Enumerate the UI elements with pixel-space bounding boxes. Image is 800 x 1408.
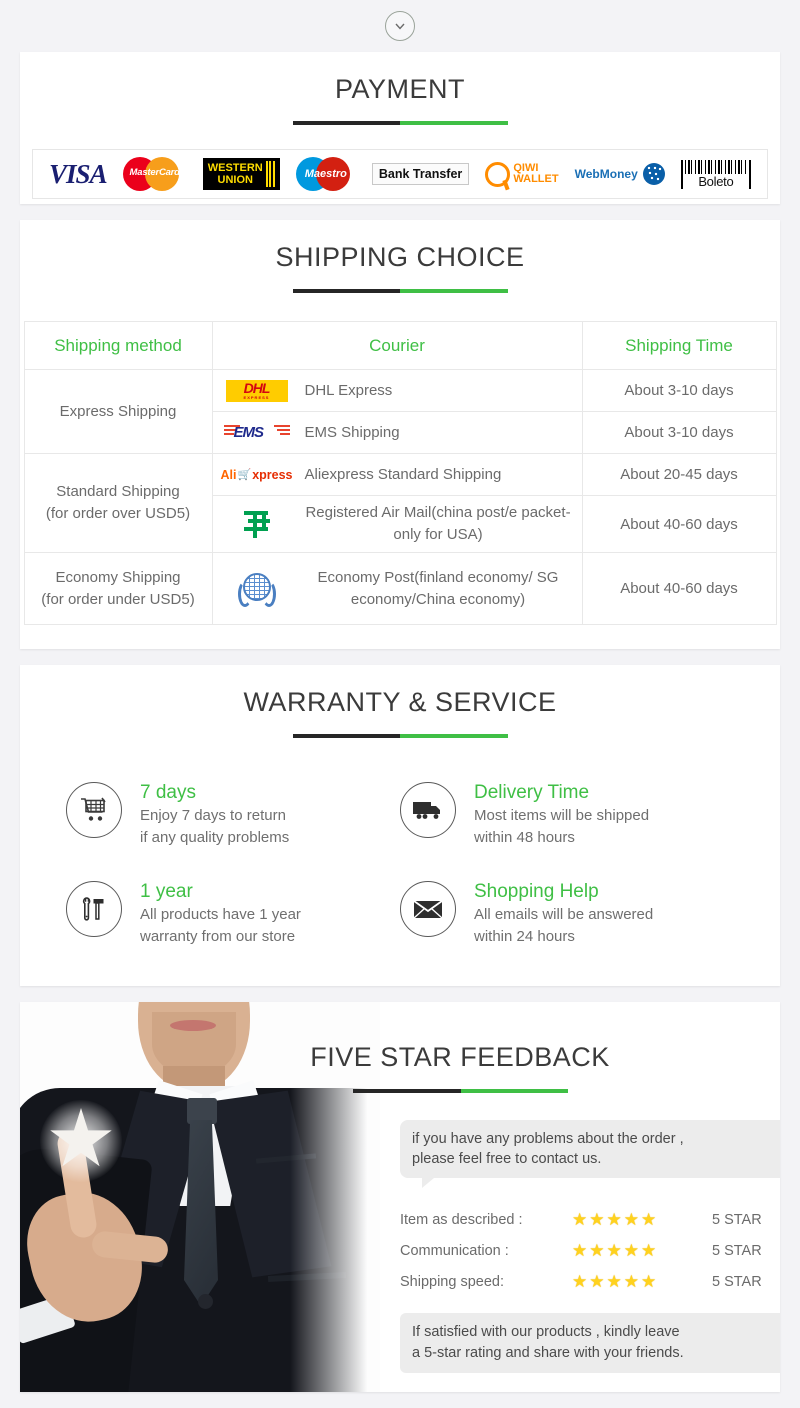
cell-courier: Ali 🛒 xpress Aliexpress Standard Shipping (211, 453, 583, 496)
payment-logo-visa: VISA (49, 158, 108, 189)
feedback-title-rule (353, 1089, 568, 1093)
bubble-line1: if you have any problems about the order… (412, 1131, 684, 1147)
un-logo (219, 569, 295, 609)
glowing-star-icon (40, 1100, 122, 1182)
warranty-item-line2: warranty from our store (140, 928, 296, 945)
ratings-list: Item as described : ★ ★ ★ ★ ★ 5 STAR Communi… (400, 1204, 780, 1297)
rating-value: 5 STAR (712, 1273, 762, 1290)
cell-shipping-method: Express Shipping (23, 369, 213, 454)
warranty-title-rule (292, 734, 508, 738)
dhl-logo: DHL EXPRESS (219, 379, 295, 402)
tools-icon (66, 881, 122, 937)
rating-stars: ★ ★ ★ ★ ★ (572, 1272, 657, 1291)
chevron-down-icon[interactable] (385, 11, 415, 41)
cell-shipping-time: About 20-45 days (581, 453, 777, 496)
rating-row-shipping-speed: Shipping speed: ★ ★ ★ ★ ★ 5 STAR (400, 1266, 780, 1297)
payment-logo-boleto: Boleto (680, 159, 751, 189)
column-header-shipping-time: Shipping Time (581, 321, 777, 370)
warranty-item-1-year: 1 year All products have 1 year warranty… (66, 879, 400, 948)
payment-logo-mastercard: MasterCard (122, 157, 187, 191)
webmoney-globe-icon (642, 163, 665, 185)
cell-shipping-time: About 3-10 days (581, 369, 777, 412)
envelope-icon (400, 881, 456, 937)
cell-shipping-method: Economy Shipping (for order under USD5) (23, 552, 213, 625)
table-header-row: Shipping method Courier Shipping Time (23, 321, 777, 370)
rating-value: 5 STAR (712, 1211, 762, 1228)
payment-logo-webmoney: WebMoney (575, 163, 665, 185)
feedback-section: FIVE STAR FEEDBACK if you have any probl… (20, 1002, 780, 1392)
payment-title: PAYMENT (334, 74, 465, 104)
scroll-down-bar (0, 0, 800, 52)
warranty-item-head: 7 days (140, 782, 196, 803)
rating-label: Item as described : (400, 1211, 523, 1228)
barcode-icon (684, 159, 747, 174)
rating-row-communication: Communication : ★ ★ ★ ★ ★ 5 STAR (400, 1235, 780, 1266)
shipping-table: Shipping method Courier Shipping Time Ex… (23, 321, 777, 625)
shipping-title: SHIPPING CHOICE (275, 242, 525, 272)
payment-logo-qiwi-wallet: QIWI WALLET (485, 161, 559, 187)
shopping-cart-icon (66, 782, 122, 838)
feedback-title: FIVE STAR FEEDBACK (310, 1042, 610, 1072)
warranty-title: WARRANTY & SERVICE (243, 687, 557, 717)
column-header-courier: Courier (211, 321, 583, 370)
column-header-shipping-method: Shipping method (23, 321, 213, 370)
warranty-item-shopping-help: Shopping Help All emails will be answere… (400, 879, 734, 948)
rating-label: Communication : (400, 1242, 509, 1259)
payment-logo-bank-transfer: Bank Transfer (371, 163, 470, 185)
cell-shipping-time: About 40-60 days (581, 495, 777, 553)
feedback-footer-bubble: If satisfied with our products , kindly … (400, 1313, 780, 1373)
footer-line1: If satisfied with our products , kindly … (412, 1324, 680, 1340)
cell-courier: EMS EMS Shipping (211, 411, 583, 454)
rating-value: 5 STAR (712, 1242, 762, 1259)
warranty-item-delivery-time: Delivery Time Most items will be shipped… (400, 780, 734, 849)
truck-icon (400, 782, 456, 838)
warranty-item-head: Delivery Time (474, 782, 590, 803)
warranty-items-grid: 7 days Enjoy 7 days to return if any qua… (66, 780, 734, 948)
warranty-item-line2: if any quality problems (140, 829, 290, 846)
payment-logo-western-union: WESTERN UNION (202, 158, 280, 190)
warranty-item-line2: within 24 hours (474, 928, 575, 945)
warranty-item-line1: Enjoy 7 days to return (140, 807, 286, 824)
warranty-item-line2: within 48 hours (474, 829, 575, 846)
payment-logo-maestro: Maestro (295, 157, 356, 191)
warranty-section: WARRANTY & SERVICE 7 days Enjoy 7 days t… (20, 665, 780, 986)
cell-courier: Registered Air Mail(china post/e packet-… (211, 495, 583, 553)
cell-shipping-time: About 3-10 days (581, 411, 777, 454)
china-post-logo (219, 507, 295, 541)
rating-stars: ★ ★ ★ ★ ★ (572, 1210, 657, 1229)
table-row: Economy Shipping (for order under USD5) … (23, 552, 777, 625)
rating-row-item-as-described: Item as described : ★ ★ ★ ★ ★ 5 STAR (400, 1204, 780, 1235)
shipping-title-rule (292, 289, 508, 293)
warranty-item-7-days: 7 days Enjoy 7 days to return if any qua… (66, 780, 400, 849)
warranty-item-line1: Most items will be shipped (474, 807, 650, 824)
ems-logo: EMS (219, 421, 295, 445)
footer-line2: a 5-star rating and share with your frie… (412, 1345, 684, 1361)
table-row: Express Shipping DHL EXPRESS DHL Express … (23, 369, 777, 454)
warranty-item-line1: All emails will be answered (474, 906, 654, 923)
payment-section: PAYMENT VISA MasterCard WESTERN UNION Ma… (20, 52, 780, 204)
warranty-item-line1: All products have 1 year (140, 906, 301, 923)
cell-courier: DHL EXPRESS DHL Express (211, 369, 583, 412)
rating-stars: ★ ★ ★ ★ ★ (572, 1241, 657, 1260)
rating-label: Shipping speed: (400, 1273, 504, 1290)
cell-shipping-method: Standard Shipping (for order over USD5) (23, 453, 213, 553)
bubble-line2: please feel free to contact us. (412, 1151, 602, 1167)
warranty-item-head: 1 year (140, 881, 193, 902)
cell-courier: Economy Post(finland economy/ SG economy… (211, 552, 583, 625)
table-row: Standard Shipping (for order over USD5) … (23, 453, 777, 553)
aliexpress-logo: Ali 🛒 xpress (220, 467, 293, 482)
shipping-section: SHIPPING CHOICE Shipping method Courier … (20, 220, 780, 649)
warranty-item-head: Shopping Help (474, 881, 599, 902)
feedback-contact-bubble: if you have any problems about the order… (400, 1120, 780, 1188)
payment-title-rule (292, 121, 508, 125)
product-detail-page: PAYMENT VISA MasterCard WESTERN UNION Ma… (0, 0, 800, 1392)
payment-methods-strip: VISA MasterCard WESTERN UNION Maestro Ba… (32, 149, 768, 199)
cell-shipping-time: About 40-60 days (581, 552, 777, 625)
